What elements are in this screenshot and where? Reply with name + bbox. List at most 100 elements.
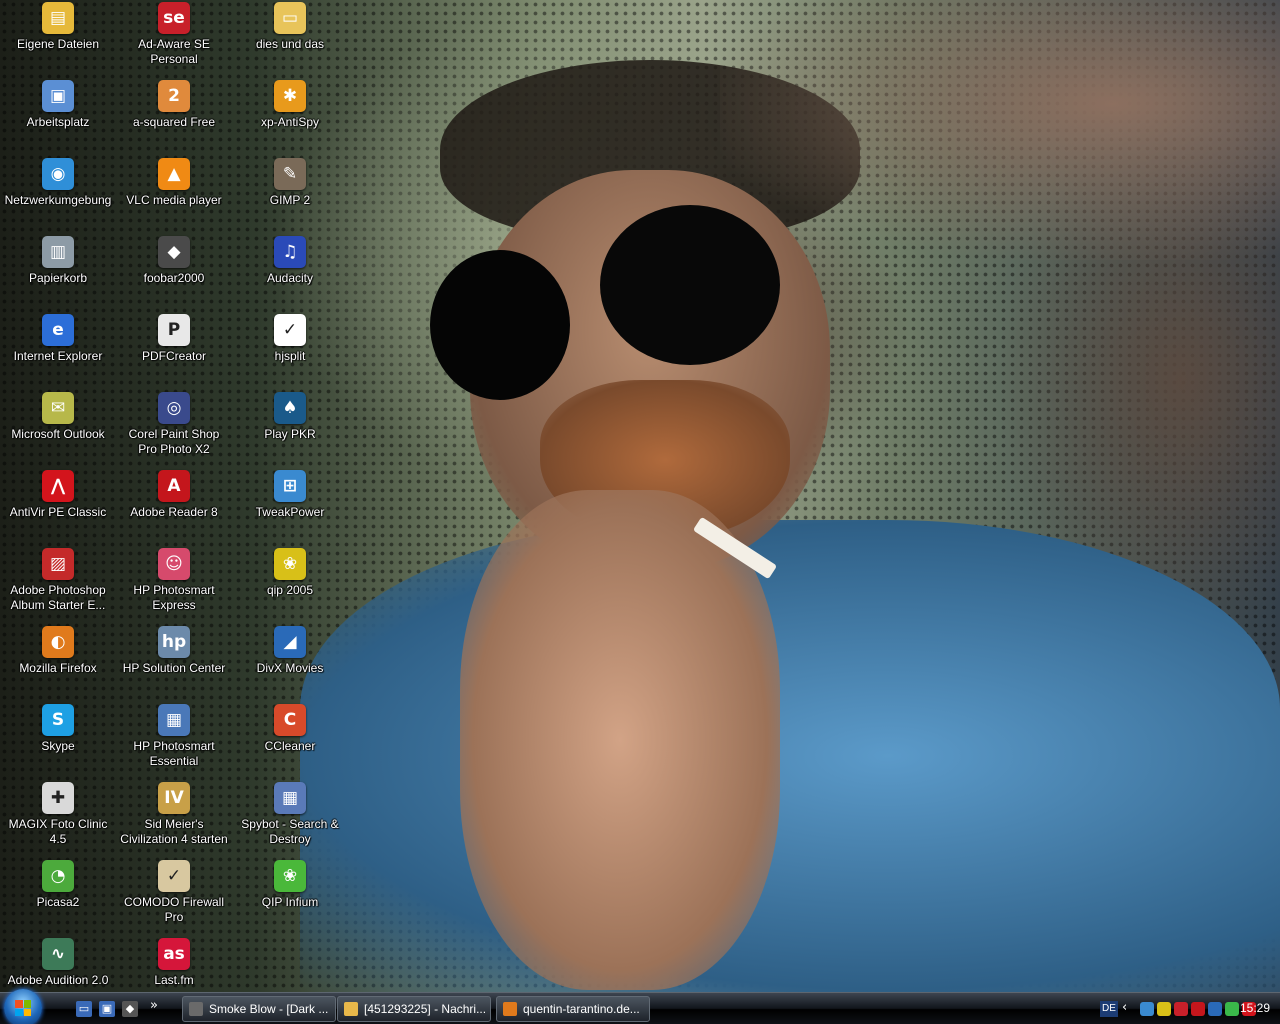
desktop-icon[interactable]: ▥ Papierkorb: [2, 236, 114, 286]
app-icon: P: [158, 314, 190, 346]
tray-app-icon[interactable]: [1140, 1002, 1154, 1016]
desktop-icon[interactable]: ⊞ TweakPower: [234, 470, 346, 520]
desktop-icon[interactable]: P PDFCreator: [118, 314, 230, 364]
app-icon: ▦: [274, 782, 306, 814]
desktop-icon-label: AntiVir PE Classic: [9, 505, 107, 519]
desktop-icon-label: Papierkorb: [28, 271, 88, 285]
desktop-icon-label: hjsplit: [274, 349, 306, 363]
app-icon: ▭: [274, 2, 306, 34]
tray-app-icon[interactable]: [1208, 1002, 1222, 1016]
window-icon: [189, 1002, 203, 1016]
taskbar-button[interactable]: Smoke Blow - [Dark ...: [182, 996, 336, 1022]
desktop-icon[interactable]: ◔ Picasa2: [2, 860, 114, 910]
desktop-icon[interactable]: ▣ Arbeitsplatz: [2, 80, 114, 130]
foobar-quicklaunch-icon[interactable]: ◆: [122, 1001, 138, 1017]
switch-windows-icon[interactable]: ▣: [99, 1001, 115, 1017]
desktop-icon[interactable]: ✓ COMODO Firewall Pro: [118, 860, 230, 925]
app-icon: ◢: [274, 626, 306, 658]
clock[interactable]: 15:29: [1240, 1001, 1270, 1015]
desktop-icon[interactable]: ∿ Adobe Audition 2.0: [2, 938, 114, 988]
app-icon: ☺: [158, 548, 190, 580]
wallpaper-sunglasses-left: [430, 250, 570, 400]
app-icon: ◔: [42, 860, 74, 892]
desktop-icon[interactable]: ◉ Netzwerkumgebung: [2, 158, 114, 208]
desktop-icon[interactable]: ✎ GIMP 2: [234, 158, 346, 208]
desktop-icon-label: QIP Infium: [261, 895, 319, 909]
desktop-icon[interactable]: ▤ Eigene Dateien: [2, 2, 114, 52]
app-icon: as: [158, 938, 190, 970]
desktop-icon[interactable]: ✚ MAGIX Foto Clinic 4.5: [2, 782, 114, 847]
desktop-icon-label: COMODO Firewall Pro: [123, 895, 224, 924]
desktop-icon-label: Skype: [41, 739, 75, 753]
tray-app-icon[interactable]: [1191, 1002, 1205, 1016]
desktop-icon[interactable]: ☺ HP Photosmart Express: [118, 548, 230, 613]
desktop-icon[interactable]: ▲ VLC media player: [118, 158, 230, 208]
app-icon: 2: [158, 80, 190, 112]
desktop-icon-label: a-squared Free: [132, 115, 216, 129]
desktop-icon[interactable]: ♠ Play PKR: [234, 392, 346, 442]
desktop-icon[interactable]: IV Sid Meier's Civilization 4 starten: [118, 782, 230, 847]
app-icon: ♠: [274, 392, 306, 424]
app-icon: ✎: [274, 158, 306, 190]
app-icon: ◐: [42, 626, 74, 658]
taskbar-button[interactable]: [451293225] - Nachri...: [337, 996, 491, 1022]
desktop-icon[interactable]: ▦ HP Photosmart Essential: [118, 704, 230, 769]
desktop-icon[interactable]: ✓ hjsplit: [234, 314, 346, 364]
app-icon: ∿: [42, 938, 74, 970]
desktop-icon-label: Audacity: [266, 271, 314, 285]
desktop-icon[interactable]: ⋀ AntiVir PE Classic: [2, 470, 114, 520]
desktop-icon[interactable]: ▦ Spybot - Search & Destroy: [234, 782, 346, 847]
app-icon: ▲: [158, 158, 190, 190]
system-tray: DE ‹ 15:29: [1100, 993, 1280, 1024]
app-icon: ❀: [274, 860, 306, 892]
desktop-icon[interactable]: ◆ foobar2000: [118, 236, 230, 286]
desktop-icon[interactable]: S Skype: [2, 704, 114, 754]
desktop-icon[interactable]: C CCleaner: [234, 704, 346, 754]
desktop-icon-label: Ad-Aware SE Personal: [138, 37, 210, 66]
start-button[interactable]: [4, 989, 42, 1024]
desktop-icon[interactable]: ◢ DivX Movies: [234, 626, 346, 676]
taskbar-button[interactable]: quentin-tarantino.de...: [496, 996, 650, 1022]
desktop-icon[interactable]: ◎ Corel Paint Shop Pro Photo X2: [118, 392, 230, 457]
desktop-icon-label: HP Photosmart Express: [133, 583, 215, 612]
desktop-icon[interactable]: ▭ dies und das: [234, 2, 346, 52]
tray-app-icon[interactable]: [1157, 1002, 1171, 1016]
language-indicator[interactable]: DE: [1100, 1001, 1118, 1017]
app-icon: IV: [158, 782, 190, 814]
app-icon: ▨: [42, 548, 74, 580]
app-icon: ▦: [158, 704, 190, 736]
desktop-icon-label: Last.fm: [154, 973, 194, 987]
desktop-icon[interactable]: ▨ Adobe Photoshop Album Starter E...: [2, 548, 114, 613]
desktop-icon[interactable]: hp HP Solution Center: [118, 626, 230, 676]
app-icon: ▥: [42, 236, 74, 268]
desktop-icon-label: Netzwerkumgebung: [4, 193, 112, 207]
quick-launch-chevron[interactable]: »: [150, 998, 158, 1013]
desktop-icon[interactable]: 2 a-squared Free: [118, 80, 230, 130]
desktop-icon[interactable]: se Ad-Aware SE Personal: [118, 2, 230, 67]
desktop-icon-label: Picasa2: [36, 895, 80, 909]
show-hidden-icons-button[interactable]: ‹: [1122, 1000, 1127, 1015]
desktop-icon-label: xp-AntiSpy: [260, 115, 320, 129]
desktop-icon-label: Internet Explorer: [13, 349, 103, 363]
app-icon: ✓: [158, 860, 190, 892]
desktop-icon[interactable]: ♫ Audacity: [234, 236, 346, 286]
app-icon: ✓: [274, 314, 306, 346]
app-icon: se: [158, 2, 190, 34]
app-icon: ❀: [274, 548, 306, 580]
desktop-icon-label: GIMP 2: [269, 193, 311, 207]
desktop-icon[interactable]: ◐ Mozilla Firefox: [2, 626, 114, 676]
desktop-icon-label: qip 2005: [266, 583, 314, 597]
window-icon: [344, 1002, 358, 1016]
desktop-icon[interactable]: as Last.fm: [118, 938, 230, 988]
window-icon: [503, 1002, 517, 1016]
desktop-icon[interactable]: ❀ QIP Infium: [234, 860, 346, 910]
desktop-icon[interactable]: A Adobe Reader 8: [118, 470, 230, 520]
desktop-icon[interactable]: e Internet Explorer: [2, 314, 114, 364]
desktop-icon[interactable]: ✉ Microsoft Outlook: [2, 392, 114, 442]
app-icon: ✱: [274, 80, 306, 112]
show-desktop-icon[interactable]: ▭: [76, 1001, 92, 1017]
desktop-icon[interactable]: ❀ qip 2005: [234, 548, 346, 598]
tray-app-icon[interactable]: [1174, 1002, 1188, 1016]
desktop-icon[interactable]: ✱ xp-AntiSpy: [234, 80, 346, 130]
tray-app-icon[interactable]: [1225, 1002, 1239, 1016]
